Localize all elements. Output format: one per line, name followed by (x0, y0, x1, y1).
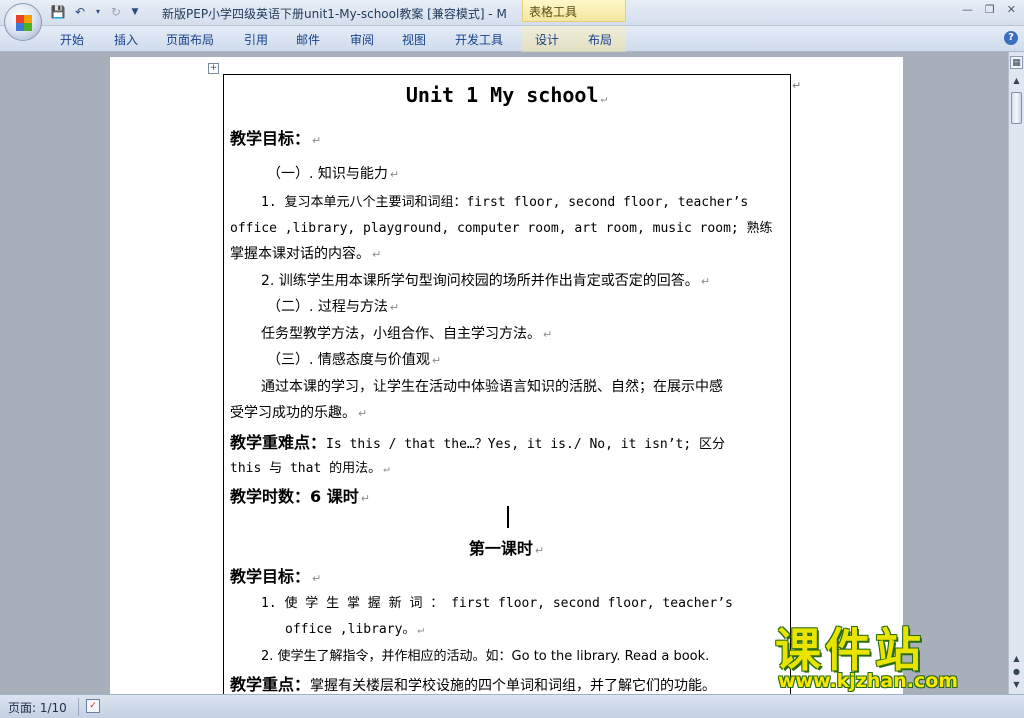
key-points-line-2: this 与 that 的用法。 ↵ (230, 461, 390, 476)
attitude-line-1: 通过本课的学习，让学生在活动中体验语言知识的活脱、自然；在展示中感 (261, 379, 723, 395)
quick-access-toolbar: 💾 ↶ ▾ ↻ ▼ (50, 4, 140, 20)
tab-insert[interactable]: 插入 (114, 31, 138, 48)
title-text: Unit 1 My school (405, 83, 599, 107)
tab-layout[interactable]: 布局 (588, 31, 612, 48)
goal-item-1-line-2: office ,library, playground, computer ro… (230, 221, 773, 236)
goals-heading-2-text: 教学目标： (230, 567, 311, 586)
proofing-status-icon[interactable]: ✓ (86, 699, 100, 713)
ribbon-tabs: 开始 插入 页面布局 引用 邮件 审阅 视图 开发工具 设计 布局 ? (0, 26, 1024, 52)
undo-icon[interactable]: ↶ (72, 4, 88, 20)
key-points-text: Is this / that the…？Yes, it is./ No, it … (326, 437, 726, 452)
minimize-icon[interactable]: — (962, 3, 973, 16)
tab-design[interactable]: 设计 (535, 31, 559, 48)
vertical-scrollbar[interactable]: ▦ ▲ ▲ ● ▼ (1008, 52, 1024, 694)
tab-developer[interactable]: 开发工具 (455, 31, 503, 48)
qat-dropdown-icon[interactable]: ▾ (94, 4, 102, 20)
scroll-thumb[interactable] (1011, 92, 1022, 124)
tab-page-layout[interactable]: 页面布局 (166, 31, 214, 48)
key-points-line-2-text: this 与 that 的用法。 (230, 461, 382, 476)
table-tools-header: 表格工具 (522, 0, 626, 22)
goals-heading-text: 教学目标： (230, 129, 311, 148)
watermark-url: www.kjzhan.com (778, 670, 959, 692)
process-text-line: 任务型教学方法，小组合作、自主学习方法。 ↵ (261, 326, 553, 342)
goal-item-1-line-1: 1. 复习本单元八个主要词和词组：first floor, second flo… (261, 195, 749, 210)
attitude-line-2: 受学习成功的乐趣。 ↵ (230, 405, 368, 421)
table-move-handle-icon[interactable]: + (208, 63, 219, 74)
focus-line: 教学重点：掌握有关楼层和学校设施的四个单词和词组，并了解它们的功能。 (230, 671, 716, 694)
lesson-1-title-text: 第一课时 (468, 539, 533, 558)
key-points-line: 教学重难点：Is this / that the…？Yes, it is./ N… (230, 429, 725, 453)
teaching-hours: 教学时数：6 课时 ↵ (230, 487, 370, 506)
previous-page-icon[interactable]: ▲ (1010, 652, 1023, 665)
tab-mailings[interactable]: 邮件 (296, 31, 320, 48)
title-bar: 💾 ↶ ▾ ↻ ▼ 新版PEP小学四级英语下册unit1-My-school教案… (0, 0, 1024, 26)
tab-review[interactable]: 审阅 (350, 31, 374, 48)
teaching-hours-text: 教学时数：6 课时 (230, 487, 359, 506)
lesson-goal-2: 2. 使学生了解指令，并作相应的活动。如：Go to the library. … (261, 649, 710, 664)
lesson-goal-1-line-1: 1. 使 学 生 掌 握 新 词 ： first floor, second f… (261, 596, 733, 611)
attitude-line-2-text: 受学习成功的乐趣。 (230, 405, 356, 421)
focus-text: 掌握有关楼层和学校设施的四个单词和词组，并了解它们的功能。 (310, 678, 717, 694)
window-controls: — ❐ ✕ (962, 3, 1016, 16)
scroll-up-icon[interactable]: ▲ (1010, 74, 1023, 87)
tab-view[interactable]: 视图 (402, 31, 426, 48)
document-page[interactable]: + ↵ Unit 1 My school ↵ 教学目标： ↵ （一）. 知识与能力 ↵… (110, 57, 903, 694)
lesson-goal-1-line-2-text: office ,library。 (285, 622, 416, 637)
status-separator (78, 698, 79, 716)
key-points-label: 教学重难点： (230, 433, 327, 452)
next-page-icon[interactable]: ▼ (1010, 678, 1023, 691)
text-cursor (507, 506, 509, 528)
section-attitude: （三）. 情感态度与价值观 ↵ (267, 352, 442, 368)
close-icon[interactable]: ✕ (1007, 3, 1016, 16)
section-attitude-text: （三）. 情感态度与价值观 (267, 352, 430, 368)
status-bar: 页面: 1/10 ✓ (0, 694, 1024, 718)
section-process-text: （二）. 过程与方法 (267, 299, 388, 315)
office-button[interactable] (4, 3, 42, 41)
lesson-1-title: 第一课时 ↵ (468, 539, 545, 558)
goal-item-1-line-3: 掌握本课对话的内容。 ↵ (230, 246, 382, 262)
redo-icon[interactable]: ↻ (108, 4, 124, 20)
document-area: + ↵ Unit 1 My school ↵ 教学目标： ↵ （一）. 知识与能力 ↵… (0, 52, 1008, 694)
page-count[interactable]: 页面: 1/10 (8, 699, 67, 716)
view-ruler-icon[interactable]: ▦ (1010, 56, 1023, 69)
lesson-goal-1-line-2: office ,library。 ↵ (285, 622, 425, 637)
restore-icon[interactable]: ❐ (985, 3, 995, 16)
window-title: 新版PEP小学四级英语下册unit1-My-school教案 [兼容模式] - … (162, 7, 507, 21)
save-icon[interactable]: 💾 (50, 4, 66, 20)
goals-heading-2: 教学目标： ↵ (230, 567, 322, 586)
goal-item-2: 2. 训练学生用本课所学句型询问校园的场所并作出肯定或否定的回答。 ↵ (261, 273, 711, 289)
goal-item-2-text: 2. 训练学生用本课所学句型询问校园的场所并作出肯定或否定的回答。 (261, 273, 699, 289)
process-text: 任务型教学方法，小组合作、自主学习方法。 (261, 326, 541, 342)
tab-home[interactable]: 开始 (60, 31, 84, 48)
goals-heading: 教学目标： ↵ (230, 129, 322, 148)
select-browse-object-icon[interactable]: ● (1010, 665, 1023, 678)
goal-item-1-line-3-text: 掌握本课对话的内容。 (230, 246, 370, 262)
help-icon[interactable]: ? (1004, 31, 1018, 45)
office-logo-icon (16, 15, 32, 31)
section-knowledge-text: （一）. 知识与能力 (267, 166, 388, 182)
tab-references[interactable]: 引用 (244, 31, 268, 48)
section-knowledge: （一）. 知识与能力 ↵ (267, 166, 400, 182)
customize-qat-icon[interactable]: ▼ (130, 4, 140, 20)
section-process: （二）. 过程与方法 ↵ (267, 299, 400, 315)
document-title: Unit 1 My school ↵ (405, 83, 608, 107)
focus-label: 教学重点： (230, 675, 311, 694)
